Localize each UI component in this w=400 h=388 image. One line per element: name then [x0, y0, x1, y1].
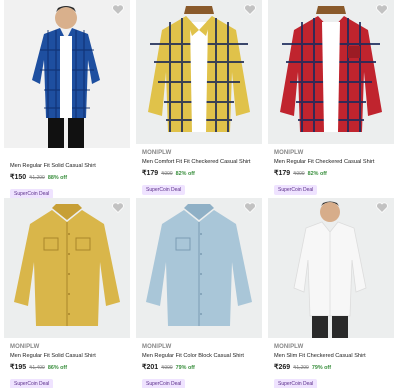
- product-mrp: ₹999: [161, 171, 173, 177]
- supercoin-deal-badge: SuperCoin Deal: [142, 185, 186, 195]
- price-row: ₹201 ₹999 79% off: [142, 363, 266, 372]
- heart-icon[interactable]: [376, 202, 388, 213]
- product-discount: 82% off: [175, 171, 195, 177]
- product-price: ₹179: [274, 170, 291, 177]
- product-brand: MONIPLW: [142, 150, 172, 156]
- product-discount: 79% off: [175, 365, 195, 371]
- price-row: ₹179 ₹999 82% off: [142, 169, 266, 178]
- product-card[interactable]: MONIPLW Men Regular Fit Checkered Casual…: [268, 0, 400, 196]
- product-grid: Men Regular Fit Solid Casual Shirt ₹150 …: [0, 0, 400, 388]
- price-row: ₹179 ₹999 82% off: [274, 169, 398, 178]
- price-row: ₹195 ₹1,499 86% off: [10, 363, 134, 372]
- product-brand: MONIPLW: [274, 344, 304, 350]
- heart-icon[interactable]: [244, 4, 256, 15]
- product-image[interactable]: [4, 0, 130, 148]
- product-brand: MONIPLW: [274, 150, 304, 156]
- product-image[interactable]: [268, 198, 394, 338]
- product-brand: [10, 154, 134, 162]
- product-price: ₹150: [10, 174, 27, 181]
- price-row: ₹269 ₹1,299 79% off: [274, 363, 398, 372]
- product-brand: MONIPLW: [142, 344, 172, 350]
- product-price: ₹195: [10, 364, 27, 371]
- product-title[interactable]: Men Regular Fit Checkered Casual Shirt: [274, 159, 398, 167]
- product-title[interactable]: Men Slim Fit Checkered Casual Shirt: [274, 353, 398, 361]
- heart-icon[interactable]: [112, 202, 124, 213]
- product-info: MONIPLW Men Comfort Fit Fit Checkered Ca…: [136, 144, 268, 196]
- supercoin-deal-badge: SuperCoin Deal: [274, 185, 318, 195]
- product-discount: 86% off: [47, 365, 68, 371]
- product-mrp: ₹1,299: [293, 365, 309, 371]
- product-mrp: ₹999: [293, 171, 305, 177]
- product-image[interactable]: [4, 198, 130, 338]
- product-info: MONIPLW Men Regular Fit Checkered Casual…: [268, 144, 400, 196]
- product-image[interactable]: [136, 198, 262, 338]
- product-info: MONIPLW Men Regular Fit Solid Casual Shi…: [4, 338, 136, 388]
- heart-icon[interactable]: [112, 4, 124, 15]
- product-mrp: ₹999: [161, 365, 173, 371]
- product-title[interactable]: Men Regular Fit Solid Casual Shirt: [10, 163, 134, 171]
- product-discount: 79% off: [311, 365, 332, 371]
- product-card[interactable]: MONIPLW Men Slim Fit Checkered Casual Sh…: [268, 198, 400, 388]
- product-image[interactable]: [136, 0, 262, 144]
- supercoin-deal-badge: SuperCoin Deal: [142, 379, 186, 388]
- supercoin-deal-badge: SuperCoin Deal: [10, 379, 54, 388]
- product-card[interactable]: Men Regular Fit Solid Casual Shirt ₹150 …: [4, 0, 136, 200]
- supercoin-deal-badge: SuperCoin Deal: [274, 379, 318, 388]
- product-info: MONIPLW Men Slim Fit Checkered Casual Sh…: [268, 338, 400, 388]
- product-mrp: ₹1,499: [29, 365, 45, 371]
- product-title[interactable]: Men Regular Fit Color Block Casual Shirt: [142, 353, 266, 361]
- product-card[interactable]: MONIPLW Men Comfort Fit Fit Checkered Ca…: [136, 0, 268, 196]
- product-price: ₹201: [142, 364, 159, 371]
- product-info: Men Regular Fit Solid Casual Shirt ₹150 …: [4, 148, 136, 200]
- product-info: MONIPLW Men Regular Fit Color Block Casu…: [136, 338, 268, 388]
- product-price: ₹179: [142, 170, 159, 177]
- product-mrp: ₹1,299: [29, 175, 45, 181]
- product-price: ₹269: [274, 364, 291, 371]
- heart-icon[interactable]: [244, 202, 256, 213]
- product-discount: 82% off: [307, 171, 327, 177]
- product-card[interactable]: MONIPLW Men Regular Fit Color Block Casu…: [136, 198, 268, 388]
- product-card[interactable]: MONIPLW Men Regular Fit Solid Casual Shi…: [4, 198, 136, 388]
- product-discount: 88% off: [47, 175, 68, 181]
- product-title[interactable]: Men Comfort Fit Fit Checkered Casual Shi…: [142, 159, 266, 167]
- heart-icon[interactable]: [376, 4, 388, 15]
- product-title[interactable]: Men Regular Fit Solid Casual Shirt: [10, 353, 134, 361]
- price-row: ₹150 ₹1,299 88% off: [10, 173, 134, 182]
- product-image[interactable]: [268, 0, 394, 144]
- product-brand: MONIPLW: [10, 344, 40, 350]
